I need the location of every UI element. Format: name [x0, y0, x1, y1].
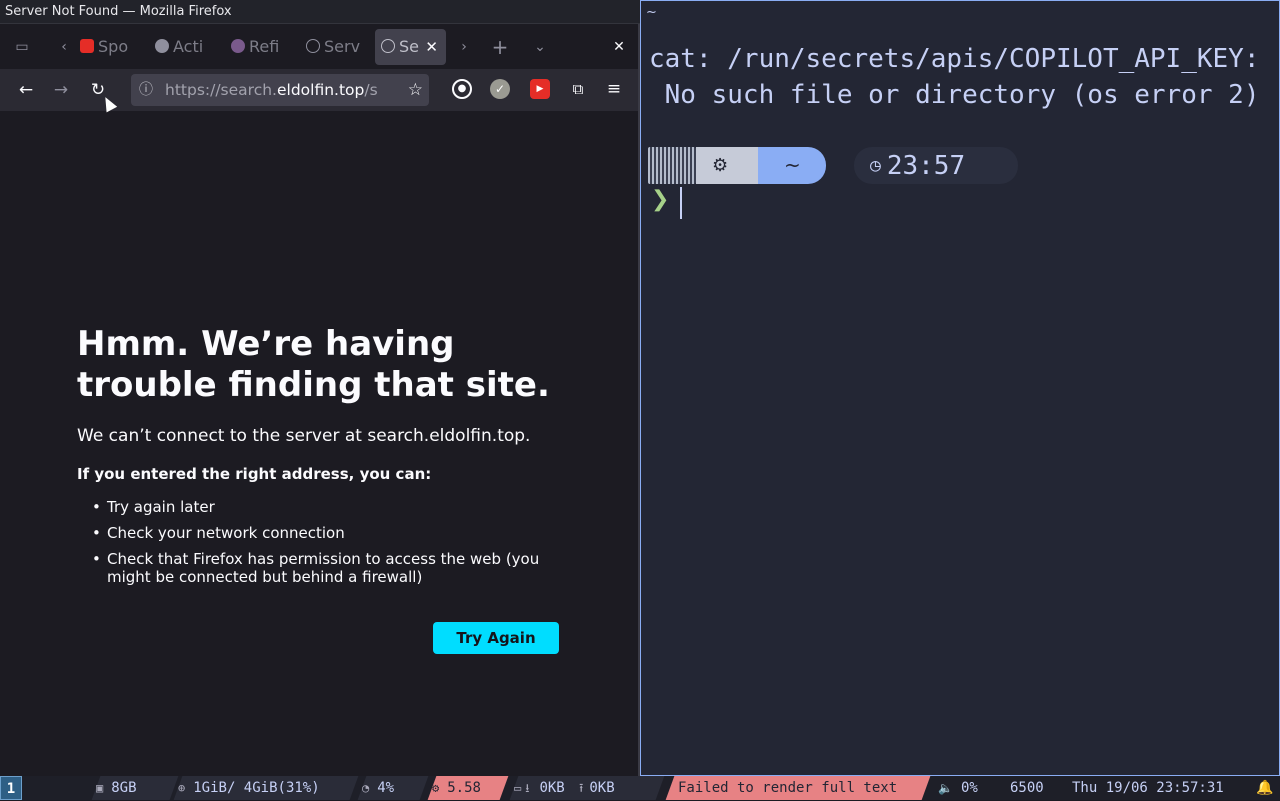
- status-message: Failed to render full text: [678, 780, 898, 796]
- cpu-segment: ◔ 4%: [357, 776, 429, 800]
- error-subtitle: If you entered the right address, you ca…: [77, 465, 432, 483]
- tab-overview-icon[interactable]: ▭: [8, 33, 36, 61]
- tab-refi[interactable]: Refi: [231, 29, 285, 65]
- close-window-icon[interactable]: ✕: [605, 33, 633, 61]
- cpu-value: 4%: [377, 780, 395, 796]
- disk-value: 8GB: [111, 780, 137, 796]
- tab-label: Refi: [249, 37, 280, 56]
- tab-label: Spo: [98, 37, 129, 56]
- error-message-segment: Failed to render full text: [665, 776, 931, 800]
- tampermonkey-icon[interactable]: ✓: [490, 79, 510, 99]
- firefox-window: Server Not Found — Mozilla Firefox ▭ ‹ S…: [0, 0, 640, 776]
- window-title: Server Not Found — Mozilla Firefox: [0, 0, 640, 24]
- datetime-value: Thu 19/06 23:57:31: [1072, 780, 1224, 796]
- scroll-tabs-left-icon[interactable]: ‹: [50, 33, 78, 61]
- text-cursor: [680, 187, 682, 219]
- disk-icon: ▣: [96, 781, 104, 795]
- memory-value: 1GiB/ 4GiB(31%): [193, 780, 320, 796]
- url-host: eldolfin.top: [276, 81, 365, 99]
- tab-spo[interactable]: Spo: [80, 29, 134, 65]
- url-prefix: https://search.: [165, 81, 277, 99]
- app-menu-icon[interactable]: ≡: [604, 79, 624, 99]
- terminal-output: cat: /run/secrets/apis/COPILOT_API_KEY: …: [649, 41, 1279, 113]
- list-all-tabs-icon[interactable]: ⌄: [526, 33, 554, 61]
- github-icon: [231, 39, 245, 53]
- network-card-icon: ▭: [514, 781, 522, 795]
- url-suffix: /s: [364, 81, 378, 99]
- extensions-puzzle-icon[interactable]: ⧉: [568, 79, 588, 99]
- account-icon[interactable]: ●: [452, 79, 472, 99]
- youtube-extension-icon[interactable]: ▶: [530, 79, 550, 99]
- scroll-tabs-right-icon[interactable]: ›: [450, 33, 478, 61]
- tab-label: Se: [399, 37, 419, 56]
- load-value: 5.58: [447, 780, 481, 796]
- url-text[interactable]: https://search.eldolfin.top/s: [165, 74, 393, 106]
- network-segment: ▭ ⭳ 0KB ⭱ 0KB: [509, 776, 665, 800]
- terminal-title: ~: [641, 1, 1279, 25]
- net-down-value: 0KB: [539, 780, 565, 796]
- info-icon: [381, 39, 395, 53]
- status-bar: 1 ▣ 8GB ⊕ 1GiB/ 4GiB(31%) ◔ 4% ⚙ 5.58 ▭ ⭳ 0KB …: [0, 776, 1280, 800]
- load-segment: ⚙ 5.58: [427, 776, 509, 800]
- workspace-indicator[interactable]: 1: [0, 776, 22, 800]
- terminal-window[interactable]: ~ cat: /run/secrets/apis/COPILOT_API_KEY…: [640, 0, 1280, 776]
- gear-icon: ⚙: [432, 781, 440, 795]
- temperature-segment: 6500: [1010, 776, 1060, 800]
- volume-segment[interactable]: 🔈 0%: [938, 776, 998, 800]
- notification-bell-icon[interactable]: 🔔: [1256, 776, 1276, 800]
- disk-segment: ▣ 8GB: [91, 776, 179, 800]
- net-up-value: 0KB: [589, 780, 615, 796]
- error-line: No such file or directory (os error 2): [649, 80, 1260, 110]
- error-description: We can’t connect to the server at search…: [77, 426, 531, 446]
- list-item: Check that Firefox has permission to acc…: [92, 550, 557, 586]
- error-page: Hmm. We’re having trouble finding that s…: [0, 111, 638, 776]
- volume-value: 0%: [960, 780, 978, 796]
- prompt-dither-segment: [648, 147, 696, 184]
- list-item: Try again later: [92, 498, 557, 516]
- error-line: cat: /run/secrets/apis/COPILOT_API_KEY:: [649, 44, 1260, 74]
- prompt-time-value: 23:57: [886, 151, 966, 181]
- bookmark-star-icon[interactable]: ☆: [408, 74, 423, 106]
- url-bar[interactable]: ⓘ https://search.eldolfin.top/s ☆: [131, 74, 429, 106]
- download-icon: ⭳: [525, 781, 530, 795]
- prompt-directory: ~: [758, 147, 826, 184]
- list-item: Check your network connection: [92, 524, 557, 542]
- new-tab-icon[interactable]: +: [486, 33, 514, 61]
- tab-se-active[interactable]: Se ✕: [375, 29, 446, 65]
- memory-segment: ⊕ 1GiB/ 4GiB(31%): [173, 776, 359, 800]
- back-arrow-icon[interactable]: ←: [12, 76, 40, 104]
- cpu-icon: ◔: [362, 781, 370, 795]
- site-info-icon[interactable]: ⓘ: [139, 74, 153, 106]
- try-again-button[interactable]: Try Again: [433, 622, 559, 654]
- memory-icon: ⊕: [178, 781, 186, 795]
- actions-icon: [155, 39, 169, 53]
- upload-icon: ⭱: [579, 781, 584, 795]
- tab-acti[interactable]: Acti: [155, 29, 209, 65]
- error-title: Hmm. We’re having trouble finding that s…: [77, 324, 550, 405]
- tab-serv[interactable]: Serv: [306, 29, 362, 65]
- info-icon: [306, 39, 320, 53]
- forward-arrow-icon[interactable]: →: [47, 76, 75, 104]
- tab-label: Acti: [173, 37, 204, 56]
- close-tab-icon[interactable]: ✕: [425, 29, 438, 65]
- tab-bar: ▭ ‹ Spo Acti Refi Serv Se ✕ › + ⌄ ✕: [0, 25, 638, 69]
- tab-label: Serv: [324, 37, 361, 56]
- clock-icon: ◷: [870, 155, 881, 176]
- datetime-segment: Thu 19/06 23:57:31: [1072, 776, 1242, 800]
- navigation-toolbar: ← → ↻ ⓘ https://search.eldolfin.top/s ☆ …: [0, 69, 638, 111]
- temperature-value: 6500: [1010, 780, 1044, 796]
- volume-icon: 🔈: [938, 781, 953, 795]
- youtube-icon: [80, 39, 94, 53]
- prompt-symbol: ❯: [651, 187, 670, 212]
- prompt-time: ◷ 23:57: [854, 147, 1018, 184]
- nix-gear-icon: ⚙: [696, 147, 766, 184]
- suggestion-list: Try again later Check your network conne…: [92, 498, 557, 594]
